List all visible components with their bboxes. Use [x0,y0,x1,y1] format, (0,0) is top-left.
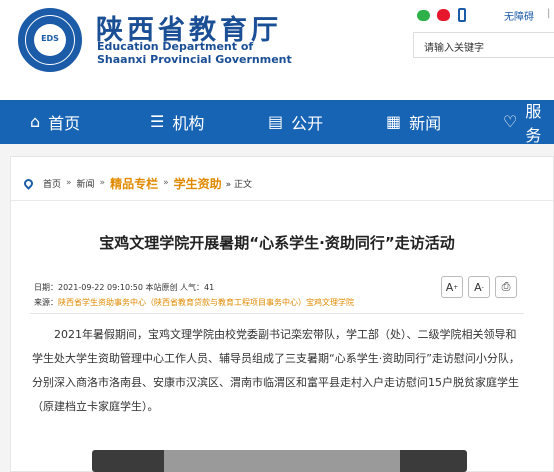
location-pin-icon [22,176,35,190]
article-source: 来源：陕西省学生资助事务中心（陕西省教育贷款与教育工程项目事务中心）宝鸡文理学院 [34,297,354,308]
list-icon: ☰ [150,112,165,131]
header-separator: | [547,8,551,19]
nav-item-service[interactable]: ♡ 服务 [503,100,554,144]
document-icon: ▤ [268,112,284,131]
font-smaller-button[interactable]: A- [468,276,490,298]
nav-item-public[interactable]: ▤ 公开 [268,100,323,144]
font-smaller-label: A [474,280,482,294]
meta-divider [30,313,524,314]
accessibility-link[interactable]: 无障碍 [504,8,534,23]
font-larger-button[interactable]: A + [441,276,463,298]
nav-item-label: 机构 [172,114,205,133]
breadcrumb-home[interactable]: 首页 [43,177,61,190]
breadcrumb-divider [10,200,554,201]
article-tools: A + A- ⎙ [441,276,522,298]
breadcrumb-current: » 正文 [225,179,252,190]
department-logo[interactable]: EDS [18,8,82,72]
mobile-icon[interactable] [458,8,466,22]
breadcrumb-student-aid[interactable]: 学生资助 [174,175,222,192]
nav-item-label: 新闻 [409,114,442,133]
breadcrumb: 首页 » 新闻 » 精品专栏 » 学生资助 » 正文 [22,175,252,192]
breadcrumb-separator: » [66,178,72,188]
site-title-en-line1: Education Department of [97,40,254,53]
breadcrumb-separator: » [163,178,169,188]
nav-item-organization[interactable]: ☰ 机构 [150,100,204,144]
source-link[interactable]: 陕西省学生资助事务中心（陕西省教育贷款与教育工程项目事务中心）宝鸡文理学院 [58,298,354,307]
print-icon: ⎙ [501,280,511,293]
nav-item-news[interactable]: ▦ 新闻 [386,100,441,144]
breadcrumb-separator: » [99,178,106,188]
article-card [10,156,554,472]
article-paragraph: 2021年暑假期间，宝鸡文理学院由校党委副书记栾宏带队，学工部（处）、二级学院相… [32,328,520,413]
nav-item-label: 服务 [525,102,542,144]
font-larger-label: A [445,280,454,294]
logo-text: EDS [41,34,59,43]
search-input[interactable]: 请输入关键字 [413,32,554,58]
site-title-en-line2: Shaanxi Provincial Government [97,53,292,66]
search-placeholder: 请输入关键字 [424,43,484,54]
weibo-icon[interactable] [437,9,450,21]
site-header: EDS 陕西省教育厅 Education Department of Shaan… [0,0,554,100]
logo-core: EDS [34,24,66,56]
social-icons [417,8,477,24]
main-nav: ⌂ 首页 ☰ 机构 ▤ 公开 ▦ 新闻 ♡ 服务 [0,100,554,144]
nav-item-label: 首页 [48,114,81,133]
breadcrumb-featured[interactable]: 精品专栏 [110,175,158,192]
breadcrumb-news[interactable]: 新闻 [77,177,95,190]
heart-icon: ♡ [503,112,518,131]
article-image [92,450,467,472]
article-title: 宝鸡文理学院开展暑期“心系学生·资助同行”走访活动 [99,234,455,252]
wechat-icon[interactable] [417,10,430,21]
newspaper-icon: ▦ [386,112,402,131]
nav-item-home[interactable]: ⌂ 首页 [30,100,80,144]
nav-item-label: 公开 [291,114,324,133]
minus-icon: - [481,283,484,291]
article-image-content [164,450,400,472]
article-meta: 日期：2021-09-22 09:10:50 本站原创 人气：41 [34,283,215,292]
source-label: 来源： [34,298,58,307]
plus-icon: + [453,283,459,291]
home-icon: ⌂ [30,112,41,131]
print-button[interactable]: ⎙ [495,276,517,298]
